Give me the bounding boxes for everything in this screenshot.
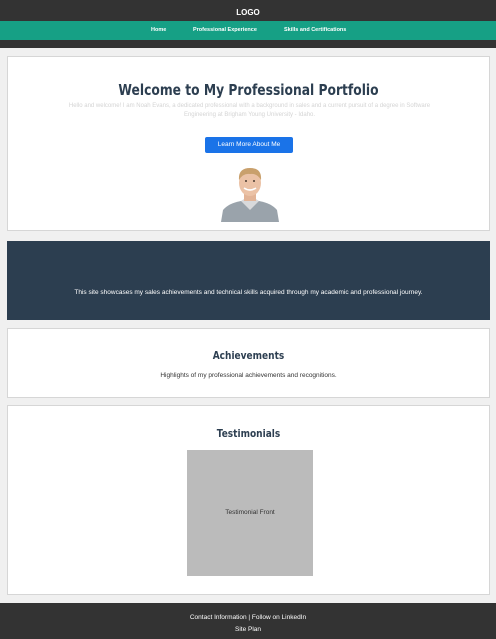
main-nav: Home Professional Experience Skills and … (0, 21, 496, 40)
hero-intro-line-2: Engineering at Brigham Young University … (183, 112, 316, 118)
testimonial-card[interactable]: Testimonial Front (187, 450, 313, 576)
site-footer: Contact Information | Follow on LinkedIn… (0, 603, 496, 639)
hero-intro-line-1: Hello and welcome! I am Noah Evans, a de… (68, 103, 431, 109)
site-header: LOGO Home Professional Experience Skills… (0, 0, 496, 48)
achievements-section: Achievements Highlights of my profession… (7, 328, 490, 398)
testimonial-card-label: Testimonial Front (225, 509, 275, 516)
page: LOGO Home Professional Experience Skills… (0, 0, 496, 639)
intro-banner: This site showcases my sales achievement… (7, 241, 490, 320)
site-plan-link[interactable]: Site Plan (235, 626, 261, 633)
testimonials-section: Testimonials Testimonial Front (7, 405, 490, 595)
logo[interactable]: LOGO (0, 8, 496, 17)
profile-photo-image (219, 160, 281, 222)
contact-information-link[interactable]: Contact Information (190, 614, 247, 621)
achievements-text: Highlights of my professional achievemen… (160, 372, 337, 379)
nav-professional-experience[interactable]: Professional Experience (193, 27, 257, 33)
hero-section: Welcome to My Professional Portfolio Hel… (7, 56, 490, 231)
profile-photo (219, 160, 281, 222)
hero-title: Welcome to My Professional Portfolio (118, 81, 379, 99)
banner-text: This site showcases my sales achievement… (74, 289, 423, 296)
testimonials-title: Testimonials (216, 427, 281, 440)
footer-separator: | (248, 614, 251, 621)
footer-site-plan: Site Plan (0, 626, 496, 633)
nav-skills-certifications[interactable]: Skills and Certifications (284, 27, 346, 33)
achievements-title: Achievements (212, 349, 285, 362)
nav-home[interactable]: Home (151, 27, 166, 33)
learn-more-button[interactable]: Learn More About Me (205, 137, 293, 153)
footer-links: Contact Information | Follow on LinkedIn (0, 614, 496, 621)
linkedin-link[interactable]: Follow on LinkedIn (252, 614, 306, 621)
